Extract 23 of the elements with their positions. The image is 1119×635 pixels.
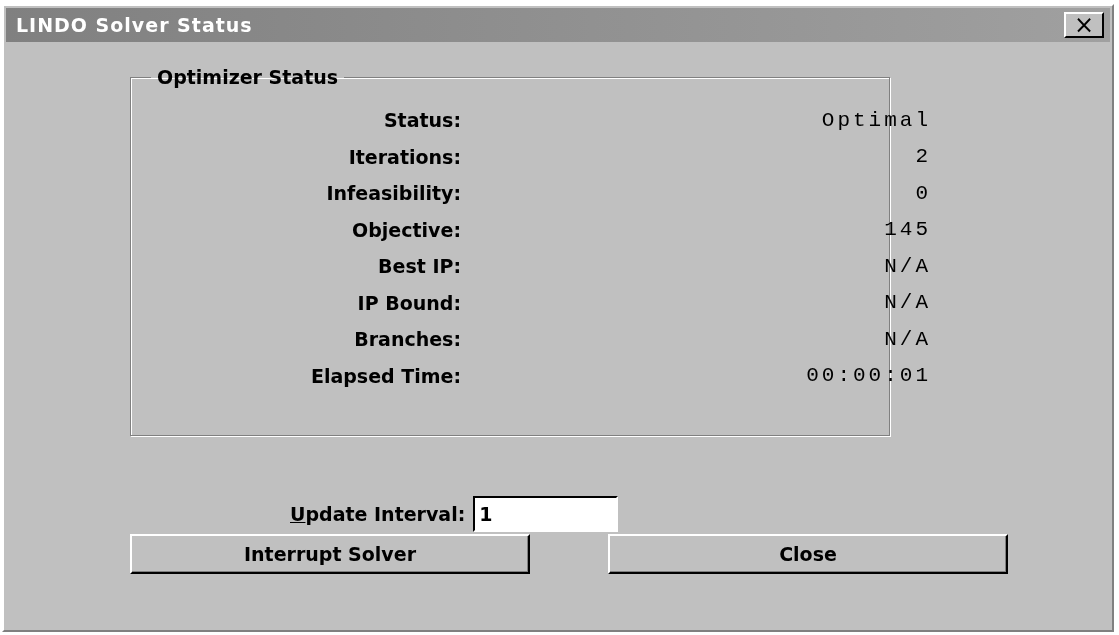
status-value: 145 (883, 218, 931, 242)
status-value: 00:00:01 (805, 364, 931, 388)
status-value: N/A (883, 254, 931, 278)
update-interval-label: Update Interval: (290, 503, 466, 525)
status-label: Elapsed Time: (309, 364, 461, 387)
status-label: Iterations: (347, 145, 461, 168)
interrupt-solver-button[interactable]: Interrupt Solver (130, 534, 530, 574)
status-value: 2 (914, 145, 931, 169)
close-dialog-button[interactable]: Close (608, 534, 1008, 574)
status-label: Best IP: (377, 255, 461, 278)
status-value: N/A (883, 327, 931, 351)
status-label: Objective: (351, 218, 461, 241)
status-label: Branches: (353, 328, 461, 351)
status-value: N/A (883, 291, 931, 315)
status-label: Infeasibility: (325, 182, 461, 205)
window-title: LINDO Solver Status (16, 14, 253, 36)
status-value: 0 (914, 181, 931, 205)
status-value: Optimal (820, 108, 931, 132)
status-label: IP Bound: (356, 291, 461, 314)
status-label: Status: (382, 109, 461, 132)
update-interval-field[interactable]: 1 (473, 496, 619, 532)
close-button[interactable]: × (1064, 12, 1104, 38)
group-title: Optimizer Status (156, 66, 340, 88)
